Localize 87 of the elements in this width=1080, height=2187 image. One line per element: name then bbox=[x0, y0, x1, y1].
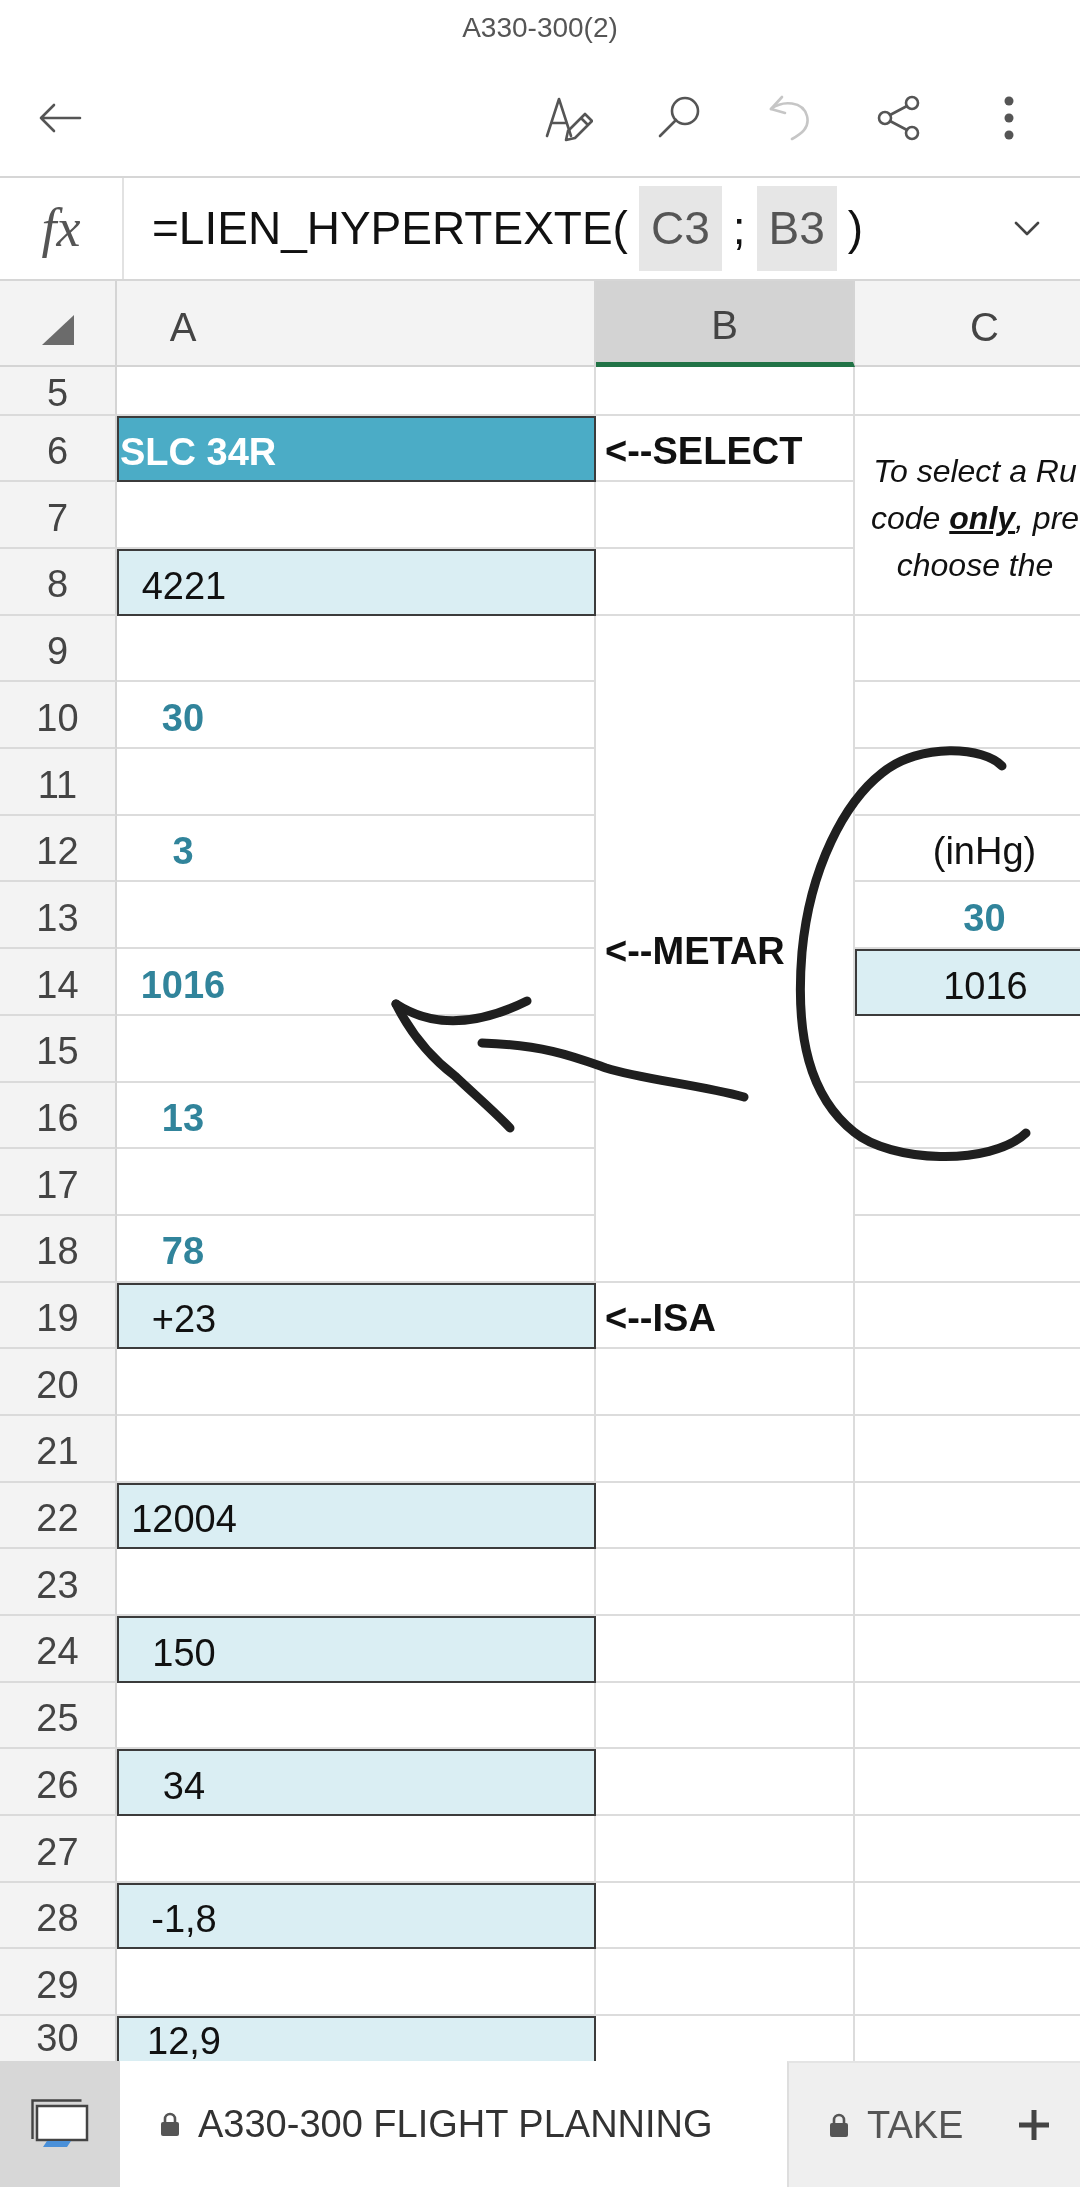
row-header[interactable]: 30 bbox=[0, 2016, 117, 2061]
sheet-cell[interactable] bbox=[596, 1816, 855, 1883]
formula-text: ; bbox=[732, 200, 746, 256]
value-text: 78 bbox=[161, 1230, 205, 1275]
entry-field[interactable]: 12004 bbox=[117, 1482, 596, 1550]
entry-field[interactable]: 1016 bbox=[855, 949, 1080, 1016]
column-header[interactable]: C bbox=[855, 280, 1080, 367]
entry-field[interactable]: +23 bbox=[117, 1282, 596, 1350]
row-header[interactable]: 22 bbox=[0, 1482, 117, 1550]
sheet-cell[interactable] bbox=[596, 1349, 855, 1416]
row-header[interactable]: 17 bbox=[0, 1149, 117, 1216]
row-header[interactable]: 11 bbox=[0, 749, 117, 816]
value-text: 13 bbox=[161, 1097, 205, 1141]
callout-text: <--ISA bbox=[605, 1297, 716, 1341]
row-header[interactable]: 5 bbox=[0, 366, 117, 416]
value-text: 1016 bbox=[140, 963, 226, 1008]
row-header[interactable]: 29 bbox=[0, 1949, 117, 2017]
back-arrow-icon bbox=[38, 102, 82, 133]
sheet-cell[interactable] bbox=[596, 1549, 855, 1617]
undo-icon bbox=[768, 94, 810, 141]
column-header[interactable]: B bbox=[596, 280, 855, 367]
sheets-button[interactable] bbox=[0, 2061, 120, 2187]
unit-text: (inHg) bbox=[932, 830, 1037, 874]
value-text: 30 bbox=[963, 896, 1006, 941]
triangle-icon bbox=[41, 314, 74, 345]
column-header[interactable]: A bbox=[117, 280, 596, 367]
plus-icon bbox=[1017, 2108, 1051, 2142]
row-header[interactable]: 28 bbox=[0, 1882, 117, 1950]
sheet-cell[interactable] bbox=[596, 1882, 855, 1950]
cell-reference: C3 bbox=[638, 185, 722, 271]
row-header[interactable]: 26 bbox=[0, 1749, 117, 1817]
callout-text: <--SELECT bbox=[605, 430, 803, 474]
value-text: 30 bbox=[161, 696, 205, 741]
chevron-down-icon bbox=[1014, 220, 1040, 236]
share-icon bbox=[877, 94, 921, 141]
sheet-cell[interactable] bbox=[117, 749, 596, 816]
cell-reference: B3 bbox=[756, 185, 837, 271]
row-header[interactable]: 9 bbox=[0, 615, 117, 683]
row-header[interactable]: 14 bbox=[0, 949, 117, 1016]
entry-field[interactable]: 34 bbox=[117, 1749, 596, 1817]
entry-field[interactable]: 4221 bbox=[117, 549, 596, 616]
sheet-cell[interactable] bbox=[596, 1682, 855, 1750]
entry-field[interactable]: 12,9 bbox=[117, 2016, 596, 2061]
row-header[interactable]: 16 bbox=[0, 1082, 117, 1150]
sheet-tab[interactable]: TAKE bbox=[787, 2061, 1007, 2187]
value-text: 3 bbox=[172, 830, 194, 874]
sheet-cell[interactable] bbox=[117, 1149, 596, 1216]
row-header[interactable]: 10 bbox=[0, 682, 117, 750]
entry-field[interactable]: -1,8 bbox=[117, 1882, 596, 1950]
row-header[interactable]: 7 bbox=[0, 482, 117, 550]
sheet-cell[interactable] bbox=[596, 366, 855, 416]
row-header[interactable]: 18 bbox=[0, 1215, 117, 1283]
add-sheet-button[interactable] bbox=[1007, 2061, 1080, 2187]
sheet-cell[interactable] bbox=[117, 882, 596, 950]
formula-text: ) bbox=[847, 200, 864, 256]
row-header[interactable]: 6 bbox=[0, 415, 117, 483]
sheet-cell[interactable] bbox=[117, 1015, 596, 1083]
formula-field[interactable]: =LIEN_HYPERTEXTE( C3 ; B3 ) bbox=[124, 177, 994, 279]
entry-field[interactable]: 150 bbox=[117, 1616, 596, 1683]
sheet-cell[interactable] bbox=[117, 1349, 596, 1416]
sheet-cell[interactable] bbox=[596, 1749, 855, 1817]
row-header[interactable]: 15 bbox=[0, 1015, 117, 1083]
row-header[interactable]: 27 bbox=[0, 1816, 117, 1883]
sheet-cell[interactable] bbox=[596, 1415, 855, 1483]
row-header[interactable]: 12 bbox=[0, 815, 117, 883]
document-title: A330-300(2) bbox=[461, 11, 619, 45]
row-header[interactable]: 21 bbox=[0, 1415, 117, 1483]
row-header[interactable]: 19 bbox=[0, 1282, 117, 1350]
sheet-cell[interactable] bbox=[117, 615, 596, 683]
row-header[interactable]: 20 bbox=[0, 1349, 117, 1416]
sheet-cell[interactable] bbox=[596, 1949, 855, 2017]
sheets-icon bbox=[31, 2099, 89, 2149]
row-header[interactable]: 24 bbox=[0, 1616, 117, 1683]
more-icon bbox=[1004, 95, 1014, 140]
search-icon bbox=[657, 96, 701, 140]
note-text: To select a Ru code only, pre choose the bbox=[871, 452, 1080, 586]
row-header[interactable]: 13 bbox=[0, 882, 117, 950]
sheet-cell[interactable] bbox=[596, 1482, 855, 1550]
sheet-cell[interactable] bbox=[596, 549, 855, 616]
row-header[interactable]: 23 bbox=[0, 1549, 117, 1617]
callout-text: <--METAR bbox=[605, 930, 785, 974]
formula-text: =LIEN_HYPERTEXTE( bbox=[152, 200, 628, 256]
row-header[interactable]: 25 bbox=[0, 1682, 117, 1750]
row-header[interactable]: 8 bbox=[0, 549, 117, 616]
sheet-cell[interactable] bbox=[596, 1616, 855, 1683]
sheet-cell[interactable] bbox=[596, 482, 855, 550]
select-all-button[interactable] bbox=[0, 280, 117, 367]
